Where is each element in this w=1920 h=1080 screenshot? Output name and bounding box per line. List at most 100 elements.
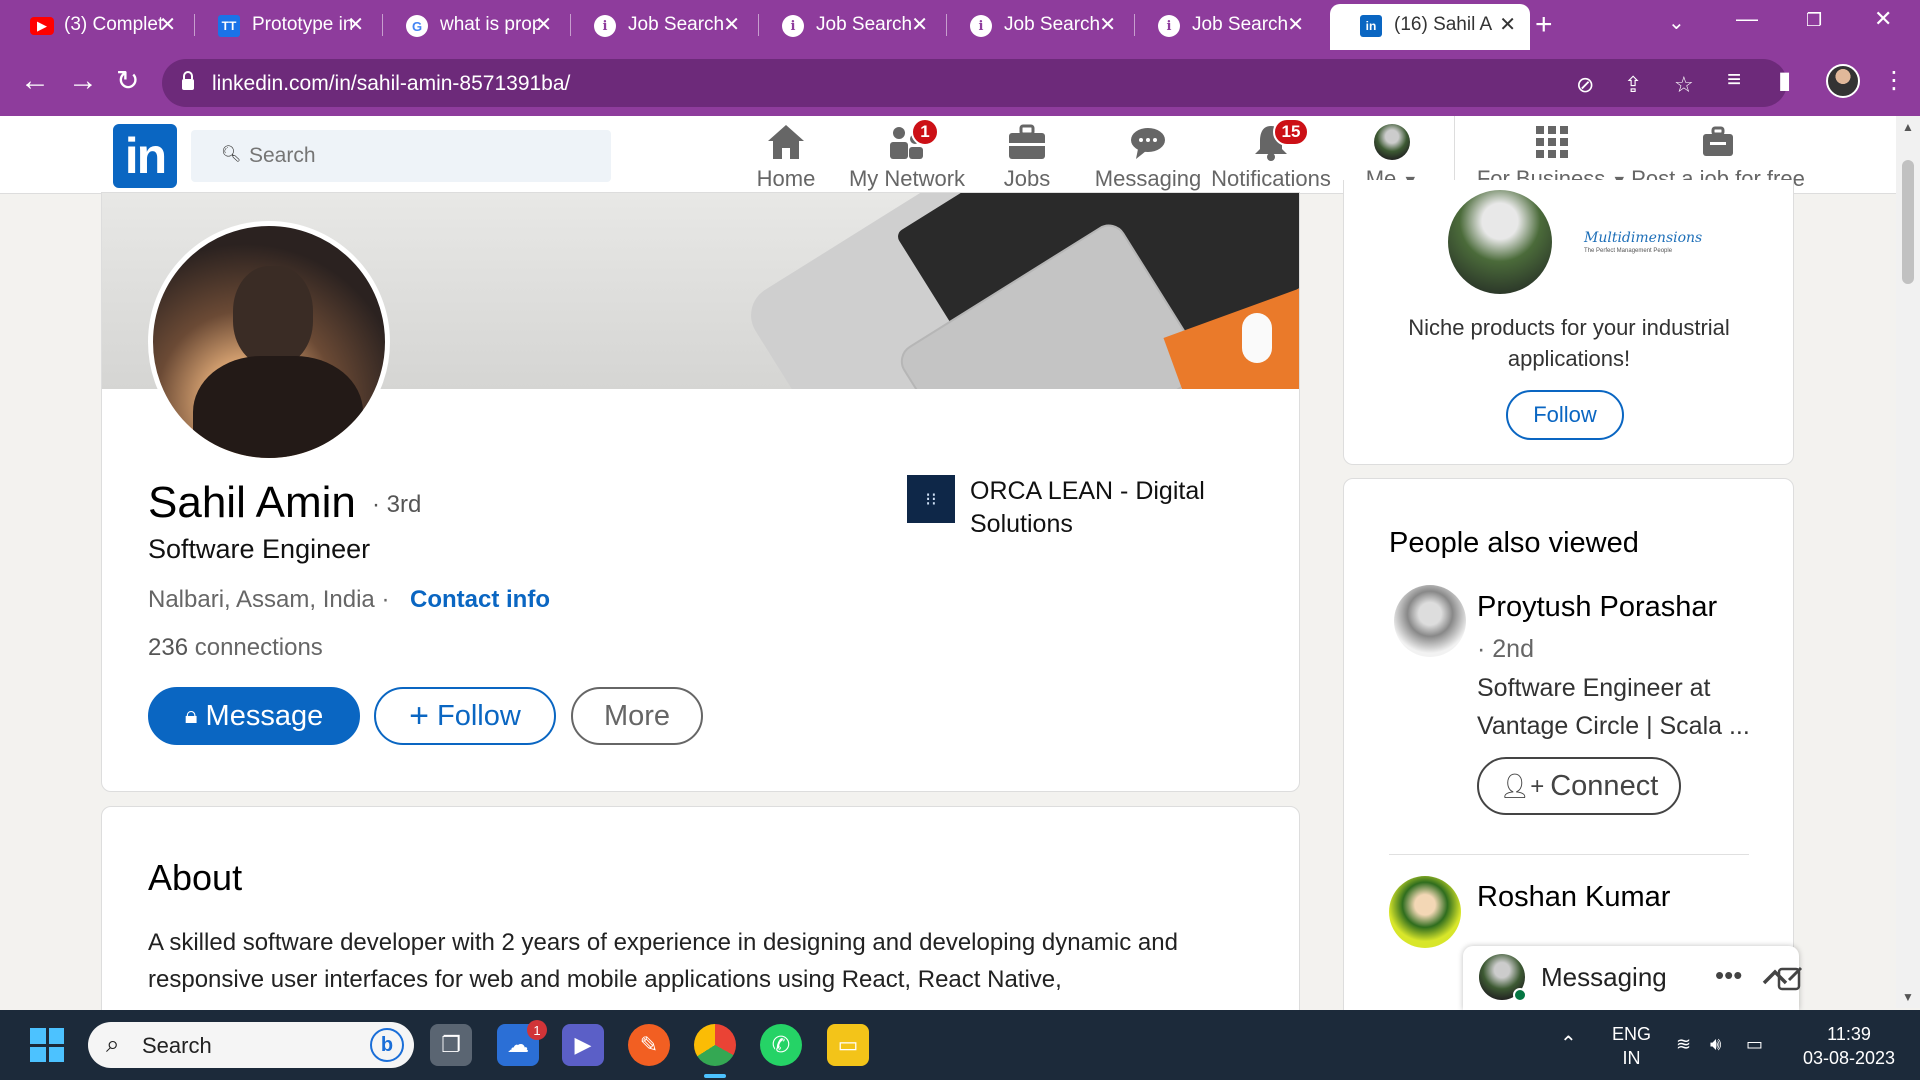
language-indicator[interactable]: ENG IN <box>1612 1022 1651 1070</box>
profile-card: Sahil Amin · 3rd Software Engineer Nalba… <box>101 192 1300 792</box>
url-text: linkedin.com/in/sahil-amin-8571391ba/ <box>212 72 571 95</box>
person-avatar[interactable] <box>1394 585 1466 657</box>
close-icon[interactable]: ✕ <box>347 12 364 37</box>
more-options-icon[interactable]: ••• <box>1715 960 1742 991</box>
scroll-thumb[interactable] <box>1902 160 1914 284</box>
windows-start-icon[interactable] <box>30 1028 64 1062</box>
youtube-icon: ▶ <box>30 17 54 35</box>
search-icon: 🔍︎ <box>221 146 242 163</box>
connect-button[interactable]: 👤︎+ Connect <box>1477 757 1681 815</box>
tab-title: Job Search <box>628 14 725 35</box>
tab-title: what is prop <box>440 14 540 35</box>
messaging-overlay[interactable]: Messaging ••• <box>1463 946 1803 1010</box>
more-button[interactable]: More <box>571 687 703 745</box>
browser-tab[interactable]: i Job Search ✕ <box>564 6 754 44</box>
section-title: People also viewed <box>1389 527 1639 559</box>
close-icon[interactable]: ✕ <box>911 12 928 37</box>
avatar-icon <box>1370 120 1414 164</box>
battery-icon[interactable]: ▭ <box>1746 1032 1763 1056</box>
close-icon[interactable]: ✕ <box>535 12 552 37</box>
close-window-icon[interactable]: ✕ <box>1874 6 1892 32</box>
close-icon[interactable]: ✕ <box>1099 12 1116 37</box>
linkedin-logo[interactable]: in <box>113 124 177 188</box>
back-icon[interactable]: ← <box>20 64 50 98</box>
tab-title: Prototype in <box>252 14 352 35</box>
message-button[interactable]: 🔒︎ Message <box>148 687 360 745</box>
chrome-icon[interactable] <box>694 1024 736 1066</box>
paint-app-icon[interactable]: ✎ <box>628 1024 670 1066</box>
chevron-up-icon[interactable] <box>1761 968 1789 986</box>
teams-icon[interactable]: ▶ <box>562 1024 604 1066</box>
nav-jobs[interactable]: Jobs <box>1002 120 1052 194</box>
profile-photo[interactable] <box>148 221 390 463</box>
minimize-icon[interactable]: — <box>1736 6 1758 32</box>
side-panel-icon[interactable]: ▮ <box>1778 66 1791 95</box>
reload-icon[interactable]: ↻ <box>116 64 139 97</box>
taskbar-search[interactable]: ⌕ Search b <box>88 1022 414 1068</box>
close-icon[interactable]: ✕ <box>1499 12 1516 37</box>
reading-list-icon[interactable]: ≡ <box>1727 66 1741 94</box>
volume-icon[interactable]: 🔊︎ <box>1710 1032 1721 1056</box>
browser-tab-active[interactable]: in (16) Sahil A ✕ <box>1330 4 1530 50</box>
browser-tab[interactable]: TT Prototype in ✕ <box>188 6 378 44</box>
wifi-icon[interactable]: ≋ <box>1676 1032 1691 1056</box>
file-explorer-icon[interactable]: ▭ <box>827 1024 869 1066</box>
url-bar[interactable]: linkedin.com/in/sahil-amin-8571391ba/ ⊘ … <box>162 59 1787 107</box>
person-name[interactable]: Roshan Kumar <box>1477 881 1670 914</box>
google-icon: G <box>406 15 428 37</box>
page-scrollbar[interactable]: ▲ ▼ <box>1896 116 1920 1008</box>
nav-my-network[interactable]: 1 My Network <box>844 118 970 194</box>
star-icon[interactable]: ☆ <box>1674 72 1694 98</box>
eye-slash-icon[interactable]: ⊘ <box>1576 72 1594 98</box>
promoted-card: Multidimensions The Perfect Management P… <box>1343 180 1794 465</box>
nav-notifications[interactable]: 15 Notifications <box>1208 118 1334 194</box>
info-icon: i <box>1158 15 1180 37</box>
browser-profile-avatar[interactable] <box>1826 64 1860 98</box>
close-icon[interactable]: ✕ <box>723 12 740 37</box>
browser-tab[interactable]: ▶ (3) Complete ✕ <box>0 6 190 44</box>
browser-tab[interactable]: i Job Search ✕ <box>1128 6 1318 44</box>
more-menu-icon[interactable]: ⋮ <box>1882 66 1906 95</box>
scroll-down-icon[interactable]: ▼ <box>1902 990 1914 1004</box>
add-person-icon: 👤︎+ <box>1499 772 1545 800</box>
new-tab-icon[interactable]: + <box>1535 8 1553 42</box>
person-avatar[interactable] <box>1389 876 1461 948</box>
tab-search-icon[interactable]: ⌄ <box>1668 10 1685 35</box>
share-icon[interactable]: ⇪ <box>1624 72 1642 98</box>
browser-tab[interactable]: i Job Search ✕ <box>940 6 1130 44</box>
scroll-up-icon[interactable]: ▲ <box>1902 120 1914 134</box>
ad-text: Niche products for your industrial appli… <box>1408 315 1730 371</box>
contact-info-link[interactable]: Contact info <box>410 586 550 614</box>
whatsapp-icon[interactable]: ✆ <box>760 1024 802 1066</box>
person-headline: Software Engineer at Vantage Circle | Sc… <box>1477 674 1750 740</box>
messaging-title: Messaging <box>1541 962 1667 992</box>
follow-button[interactable]: + Follow <box>374 687 556 745</box>
notification-badge: 1 <box>911 118 939 146</box>
search-input[interactable] <box>249 140 589 172</box>
plus-icon: + <box>409 696 430 735</box>
person-name[interactable]: Proytush Porashar <box>1477 591 1717 624</box>
linkedin-search[interactable]: 🔍︎ <box>191 130 611 182</box>
close-icon[interactable]: ✕ <box>159 12 176 37</box>
task-view-icon[interactable]: ❐ <box>430 1024 472 1066</box>
tab-title: Job Search <box>816 14 913 35</box>
nav-messaging[interactable]: Messaging <box>1092 120 1204 194</box>
restore-icon[interactable]: ❐ <box>1806 10 1822 31</box>
forward-icon[interactable]: → <box>68 64 98 98</box>
browser-tab[interactable]: i Job Search ✕ <box>752 6 942 44</box>
clock[interactable]: 11:39 03-08-2023 <box>1794 1022 1904 1070</box>
tab-title: Job Search <box>1192 14 1289 35</box>
bing-icon[interactable]: b <box>370 1028 404 1062</box>
profile-location: Nalbari, Assam, India · <box>148 586 390 613</box>
ad-brand-tagline: The Perfect Management People <box>1584 248 1673 254</box>
browser-tab[interactable]: G what is prop ✕ <box>376 6 566 44</box>
nav-home[interactable]: Home <box>754 120 818 194</box>
ad-follow-button[interactable]: Follow <box>1506 390 1624 440</box>
info-icon: i <box>594 15 616 37</box>
chevron-up-icon[interactable]: ⌃ <box>1560 1032 1577 1056</box>
briefcase-icon <box>1005 120 1049 164</box>
weather-app-icon[interactable]: ☁ 1 <box>497 1020 547 1066</box>
close-icon[interactable]: ✕ <box>1287 12 1304 37</box>
about-title: About <box>148 857 243 898</box>
search-icon: ⌕ <box>106 1031 120 1058</box>
